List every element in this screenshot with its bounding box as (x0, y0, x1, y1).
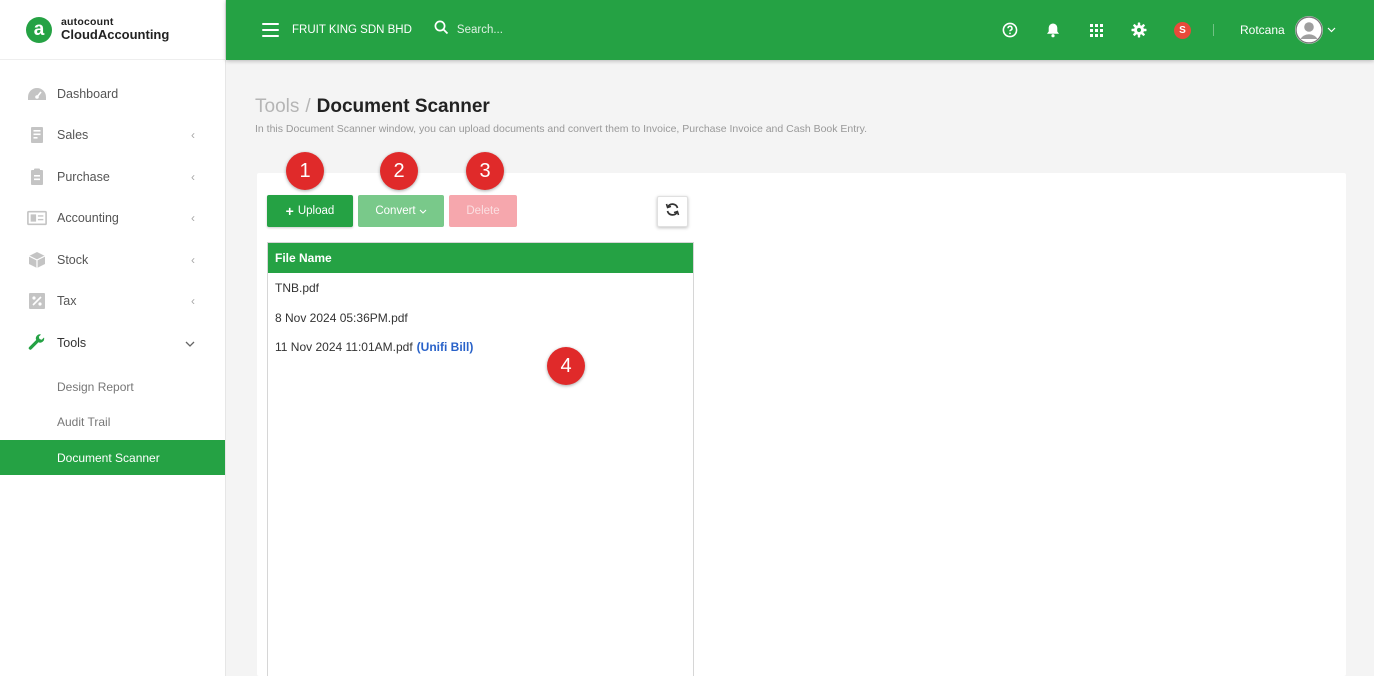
callout-4: 4 (547, 347, 585, 385)
chevron-left-icon: ‹ (191, 252, 195, 267)
page-title: Document Scanner (316, 96, 490, 117)
chevron-left-icon: ‹ (191, 211, 195, 226)
file-tag: (Unifi Bill) (416, 340, 474, 355)
file-name: 8 Nov 2024 05:36PM.pdf (275, 310, 408, 325)
search-icon[interactable] (434, 20, 449, 40)
chevron-left-icon: ‹ (191, 294, 195, 309)
breadcrumb-parent[interactable]: Tools (255, 96, 299, 118)
accounting-icon (27, 209, 47, 227)
refresh-icon (665, 202, 680, 222)
topbar-icons: S Rotcana (1002, 0, 1336, 60)
sidebar-item-label: Dashboard (57, 86, 119, 101)
sidebar-item-stock[interactable]: Stock ‹ (0, 239, 225, 281)
stock-icon (27, 251, 47, 269)
file-row[interactable]: 11 Nov 2024 11:01AM.pdf (Unifi Bill) (268, 333, 693, 363)
apps-grid-icon[interactable] (1088, 22, 1104, 38)
page-header: Tools / Document Scanner In this Documen… (255, 96, 867, 135)
callout-1: 1 (286, 152, 324, 190)
brand-logo: a (26, 16, 52, 43)
file-name: TNB.pdf (275, 280, 320, 295)
wrench-icon (27, 334, 47, 352)
sidebar-item-tools[interactable]: Tools (0, 322, 225, 364)
sidebar-item-dashboard[interactable]: Dashboard (0, 73, 225, 115)
username[interactable]: Rotcana (1240, 23, 1285, 37)
sidebar-subitem-design-report[interactable]: Design Report (0, 370, 225, 405)
sidebar-item-label: Purchase (57, 169, 110, 184)
sidebar-item-label: Sales (57, 128, 89, 143)
avatar[interactable] (1294, 16, 1323, 44)
delete-button[interactable]: Delete (449, 195, 517, 227)
chevron-left-icon: ‹ (191, 128, 195, 143)
sidebar-item-label: Stock (57, 252, 89, 267)
convert-button-label: Convert (375, 205, 416, 217)
dashboard-icon (27, 85, 47, 103)
sidebar-item-label: Tax (57, 294, 77, 309)
topbar: FRUIT KING SDN BHD S Rotcana (226, 0, 1374, 60)
tax-icon (27, 292, 47, 310)
chevron-down-icon (419, 206, 427, 216)
topbar-divider (1213, 24, 1214, 36)
callout-2: 2 (380, 152, 418, 190)
convert-button[interactable]: Convert (358, 195, 444, 227)
file-row[interactable]: 8 Nov 2024 05:36PM.pdf (268, 303, 693, 333)
search-input[interactable] (456, 24, 657, 36)
notification-bell-icon[interactable] (1045, 22, 1061, 38)
sales-icon (27, 126, 47, 144)
purchase-icon (27, 168, 47, 186)
refresh-button[interactable] (657, 196, 688, 227)
sidebar-item-sales[interactable]: Sales ‹ (0, 115, 225, 157)
help-icon[interactable] (1002, 22, 1018, 38)
sidebar-item-accounting[interactable]: Accounting ‹ (0, 198, 225, 240)
chevron-down-icon (185, 337, 195, 349)
plus-icon: + (285, 203, 294, 219)
app-root: a autocount CloudAccounting Dashboard Sa… (0, 0, 1374, 676)
search-box (434, 20, 657, 40)
delete-button-label: Delete (466, 205, 500, 217)
sidebar-subitem-document-scanner[interactable]: Document Scanner (0, 440, 225, 476)
sidebar: a autocount CloudAccounting Dashboard Sa… (0, 0, 226, 676)
file-name: 11 Nov 2024 11:01AM.pdf (275, 340, 413, 355)
breadcrumb: Tools / Document Scanner (255, 96, 867, 118)
gear-icon[interactable] (1131, 22, 1147, 38)
sidebar-nav: Dashboard Sales ‹ Purchase ‹ Accounting … (0, 73, 225, 364)
page-description: In this Document Scanner window, you can… (255, 123, 868, 135)
sidebar-subitem-audit-trail[interactable]: Audit Trail (0, 405, 225, 440)
breadcrumb-separator: / (305, 96, 311, 117)
file-row[interactable]: TNB.pdf (268, 273, 693, 303)
file-table: File Name TNB.pdf 8 Nov 2024 05:36PM.pdf… (267, 242, 694, 676)
file-table-header[interactable]: File Name (268, 243, 693, 273)
status-badge[interactable]: S (1174, 21, 1191, 39)
chevron-left-icon: ‹ (191, 169, 195, 184)
brand[interactable]: a autocount CloudAccounting (0, 0, 225, 60)
company-name[interactable]: FRUIT KING SDN BHD (292, 24, 412, 36)
scanner-card: + Upload Convert Delete File Name TNB.pd… (257, 173, 1346, 676)
upload-button-label: Upload (297, 205, 335, 217)
upload-button[interactable]: + Upload (267, 195, 353, 227)
sidebar-item-label: Accounting (57, 211, 119, 226)
hamburger-menu-icon[interactable] (262, 23, 279, 37)
brand-line2: CloudAccounting (61, 27, 170, 43)
callout-3: 3 (466, 152, 504, 190)
sidebar-item-label: Tools (57, 335, 87, 350)
tools-subnav: Design Report Audit Trail Document Scann… (0, 370, 225, 476)
brand-text: autocount CloudAccounting (61, 17, 169, 42)
sidebar-item-purchase[interactable]: Purchase ‹ (0, 156, 225, 198)
sidebar-item-tax[interactable]: Tax ‹ (0, 281, 225, 323)
chevron-down-icon[interactable] (1327, 24, 1336, 36)
